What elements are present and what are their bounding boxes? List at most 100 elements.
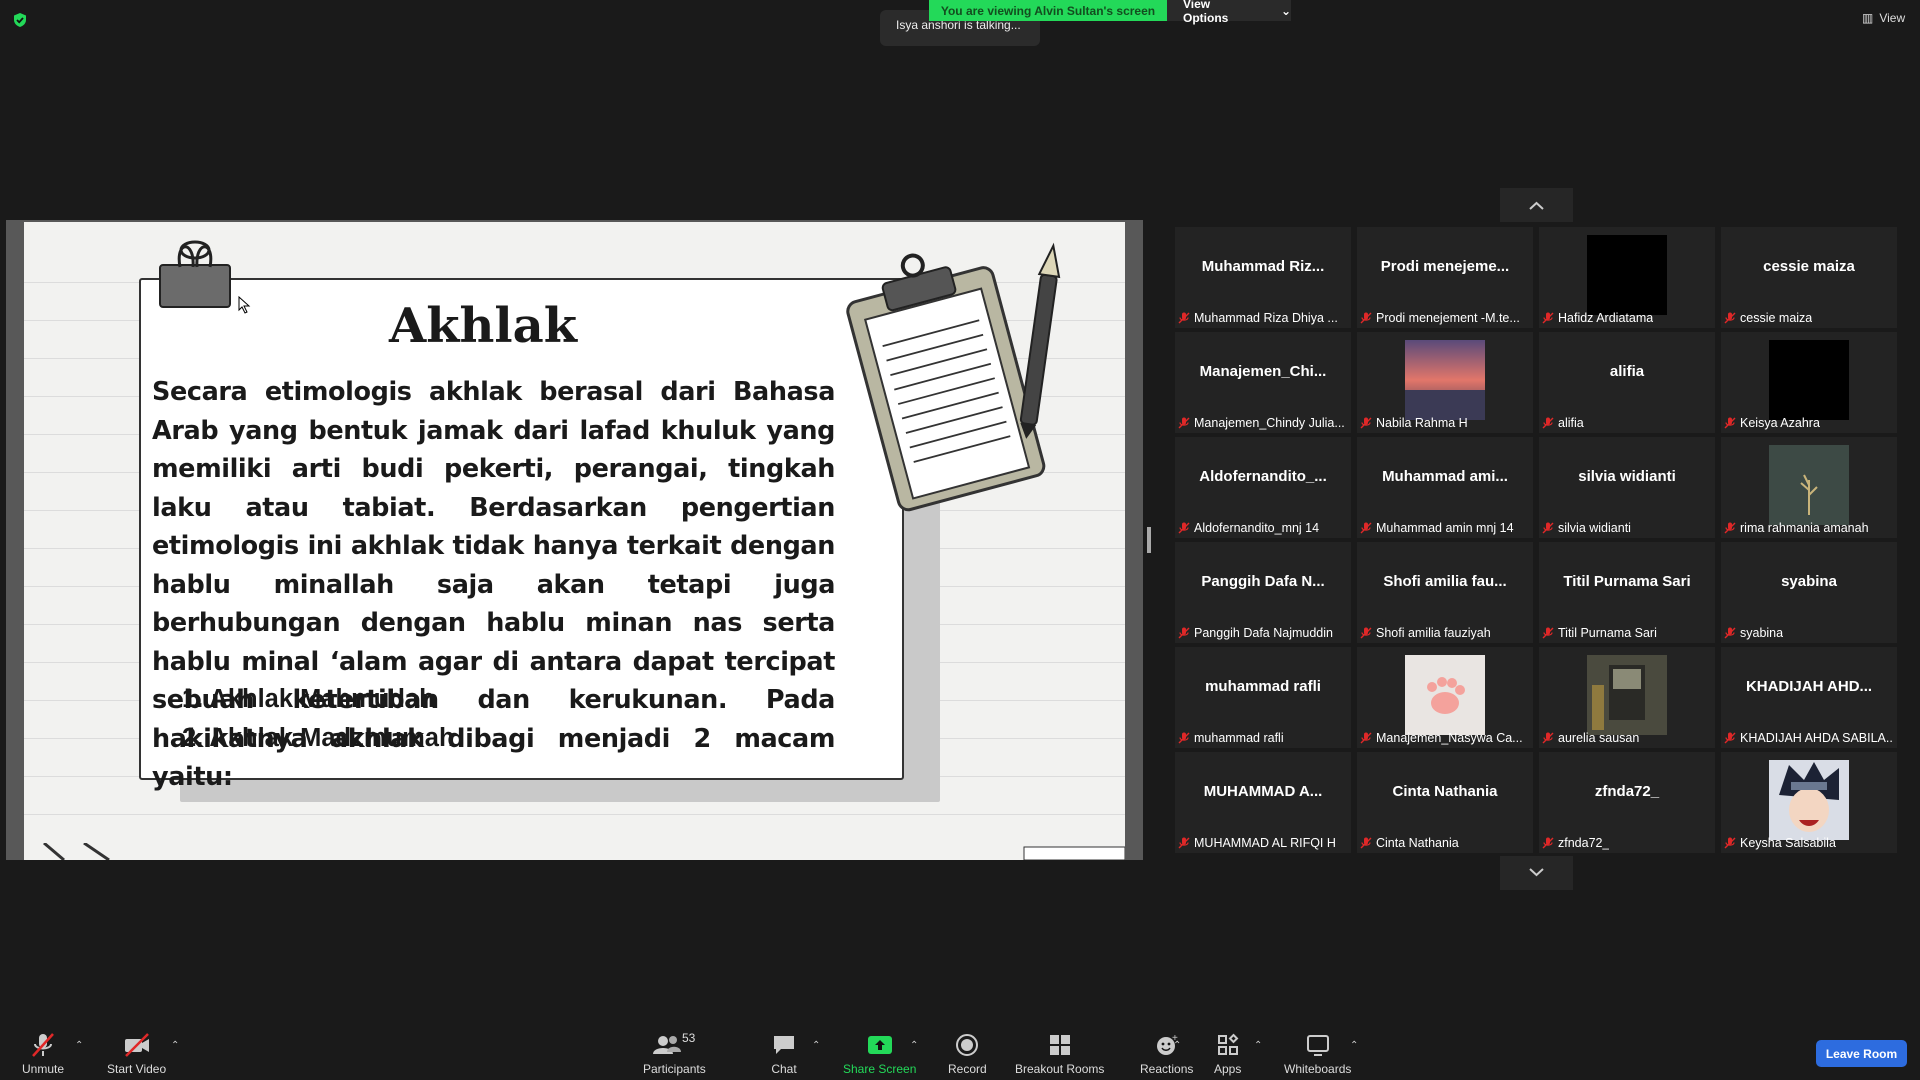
participant-tile[interactable]: KHADIJAH AHD... KHADIJAH AHDA SABILA... [1721, 647, 1897, 748]
slide-list: 1. Akhlak Mahmudah 2. Akhlak Madzmumah [182, 680, 455, 757]
view-options-label: View Options [1183, 0, 1229, 25]
reactions-button[interactable]: + Reactions [1140, 1032, 1193, 1076]
list-item: 2. Akhlak Madzmumah [182, 723, 455, 752]
muted-mic-icon [1542, 312, 1554, 324]
participant-display-name: Muhammad ami... [1382, 468, 1508, 485]
chevron-up-icon [1529, 201, 1544, 210]
participant-tile[interactable]: Shofi amilia fau... Shofi amilia fauziyah [1357, 542, 1533, 643]
apps-button[interactable]: Apps [1214, 1032, 1241, 1076]
participant-tile[interactable]: Nabila Rahma H [1357, 332, 1533, 433]
participant-tile[interactable]: Cinta Nathania Cinta Nathania [1357, 752, 1533, 853]
participant-tile[interactable]: alifia alifia [1539, 332, 1715, 433]
muted-mic-icon [1542, 627, 1554, 639]
participant-display-name: cessie maiza [1763, 258, 1855, 275]
participant-tile[interactable]: Manajemen_Chi... Manajemen_Chindy Julia..… [1175, 332, 1351, 433]
participant-label-text: aurelia sausan [1558, 731, 1640, 745]
muted-mic-icon [1724, 837, 1736, 849]
chat-label: Chat [771, 1062, 797, 1076]
participant-tile[interactable]: Muhammad ami... Muhammad amin mnj 14 [1357, 437, 1533, 538]
share-screen-icon [867, 1036, 892, 1054]
chevron-down-icon: ⌄ [1280, 3, 1291, 18]
unmute-button[interactable]: Unmute [22, 1032, 64, 1076]
participant-label-text: Aldofernandito_mnj 14 [1194, 521, 1320, 535]
view-options-button[interactable]: View Options ⌄ [1167, 0, 1291, 25]
apps-icon [1217, 1033, 1239, 1055]
participant-name-label: silvia widianti [1542, 521, 1631, 535]
gallery-next-page-button[interactable] [1500, 856, 1573, 890]
participant-video-thumbnail [1587, 235, 1667, 315]
security-shield-icon[interactable] [12, 12, 28, 28]
record-icon [956, 1034, 979, 1056]
participant-tile[interactable]: Hafidz Ardiatama [1539, 227, 1715, 328]
participant-tile[interactable]: Muhammad Riz... Muhammad Riza Dhiya ... [1175, 227, 1351, 328]
participant-tile[interactable]: MUHAMMAD A... MUHAMMAD AL RIFQI H [1175, 752, 1351, 853]
participant-name-label: Keisya Azahra [1724, 416, 1820, 430]
video-options-caret[interactable]: ⌃ [171, 1040, 179, 1051]
participant-name-label: KHADIJAH AHDA SABILA... [1724, 731, 1894, 745]
view-button[interactable]: ▥ View [1862, 11, 1905, 25]
muted-mic-icon [1178, 417, 1190, 429]
participant-display-name: Manajemen_Chi... [1199, 363, 1327, 380]
participant-name-label: Muhammad Riza Dhiya ... [1178, 311, 1338, 325]
participant-name-label: Muhammad amin mnj 14 [1360, 521, 1514, 535]
reactions-label: Reactions [1140, 1062, 1194, 1076]
breakout-rooms-icon [1049, 1035, 1070, 1055]
mouse-cursor-icon [238, 296, 251, 314]
participant-display-name: silvia widianti [1578, 468, 1676, 485]
whiteboard-options-caret[interactable]: ⌃ [1350, 1040, 1358, 1051]
participants-button[interactable]: 53 Participants [643, 1032, 706, 1076]
participant-name-label: Titil Purnama Sari [1542, 626, 1657, 640]
start-video-button[interactable]: Start Video [107, 1032, 166, 1076]
chat-button[interactable]: Chat [771, 1032, 797, 1076]
participant-name-label: rima rahmania amanah [1724, 521, 1869, 535]
participant-name-label: MUHAMMAD AL RIFQI H [1178, 836, 1336, 850]
participant-tile[interactable]: Titil Purnama Sari Titil Purnama Sari [1539, 542, 1715, 643]
participant-label-text: Muhammad Riza Dhiya ... [1194, 311, 1338, 325]
chat-options-caret[interactable]: ⌃ [812, 1040, 820, 1051]
participants-icon: 53 [653, 1032, 696, 1054]
participant-display-name: Muhammad Riz... [1201, 258, 1325, 275]
participant-tile[interactable]: rima rahmania amanah [1721, 437, 1897, 538]
participant-label-text: zfnda72_ [1558, 836, 1610, 850]
participant-name-label: cessie maiza [1724, 311, 1812, 325]
participant-tile[interactable]: Keisya Azahra [1721, 332, 1897, 433]
participant-tile[interactable]: Manajemen_Nasywa Ca... [1357, 647, 1533, 748]
gallery-prev-page-button[interactable] [1500, 188, 1573, 222]
participant-label-text: cessie maiza [1740, 311, 1813, 325]
whiteboards-button[interactable]: Whiteboards [1284, 1032, 1351, 1076]
clipboard-illustration [846, 242, 1061, 512]
participant-tile[interactable]: Panggih Dafa N... Panggih Dafa Najmuddin [1175, 542, 1351, 643]
participant-tile[interactable]: Aldofernandito_... Aldofernandito_mnj 14 [1175, 437, 1351, 538]
participant-name-label: alifia [1542, 416, 1584, 430]
participant-label-text: MUHAMMAD AL RIFQI H [1194, 836, 1336, 850]
whiteboard-icon [1306, 1035, 1329, 1056]
share-options-caret[interactable]: ⌃ [910, 1040, 918, 1051]
participant-label-text: Titil Purnama Sari [1558, 626, 1657, 640]
slide-bottom-decoration [43, 843, 1125, 860]
participant-tile[interactable]: muhammad rafli muhammad rafli [1175, 647, 1351, 748]
muted-mic-icon [1360, 522, 1372, 534]
leave-room-button[interactable]: Leave Room [1816, 1040, 1907, 1067]
participant-name-label: Manajemen_Nasywa Ca... [1360, 731, 1523, 745]
record-button[interactable]: Record [948, 1032, 987, 1076]
participant-tile[interactable]: aurelia sausan [1539, 647, 1715, 748]
participant-tile[interactable]: cessie maiza cessie maiza [1721, 227, 1897, 328]
participant-tile[interactable]: Keysha Salsabila [1721, 752, 1897, 853]
participant-tile[interactable]: syabina syabina [1721, 542, 1897, 643]
muted-mic-icon [1542, 732, 1554, 744]
apps-options-caret[interactable]: ⌃ [1254, 1040, 1262, 1051]
participant-name-label: aurelia sausan [1542, 731, 1639, 745]
share-screen-button[interactable]: Share Screen [843, 1032, 916, 1076]
start-video-label: Start Video [107, 1062, 167, 1076]
muted-mic-icon [1360, 732, 1372, 744]
split-resize-handle[interactable] [1147, 527, 1151, 553]
chat-icon [774, 1036, 794, 1054]
participant-tile[interactable]: Prodi menejeme... Prodi menejement -M.te.… [1357, 227, 1533, 328]
participant-tile[interactable]: silvia widianti silvia widianti [1539, 437, 1715, 538]
reactions-options-caret[interactable]: ⌃ [1173, 1040, 1181, 1051]
audio-options-caret[interactable]: ⌃ [75, 1040, 83, 1051]
whiteboards-label: Whiteboards [1284, 1062, 1352, 1076]
participant-tile[interactable]: zfnda72_ zfnda72_ [1539, 752, 1715, 853]
participant-label-text: rima rahmania amanah [1740, 521, 1869, 535]
breakout-rooms-button[interactable]: Breakout Rooms [1015, 1032, 1104, 1076]
